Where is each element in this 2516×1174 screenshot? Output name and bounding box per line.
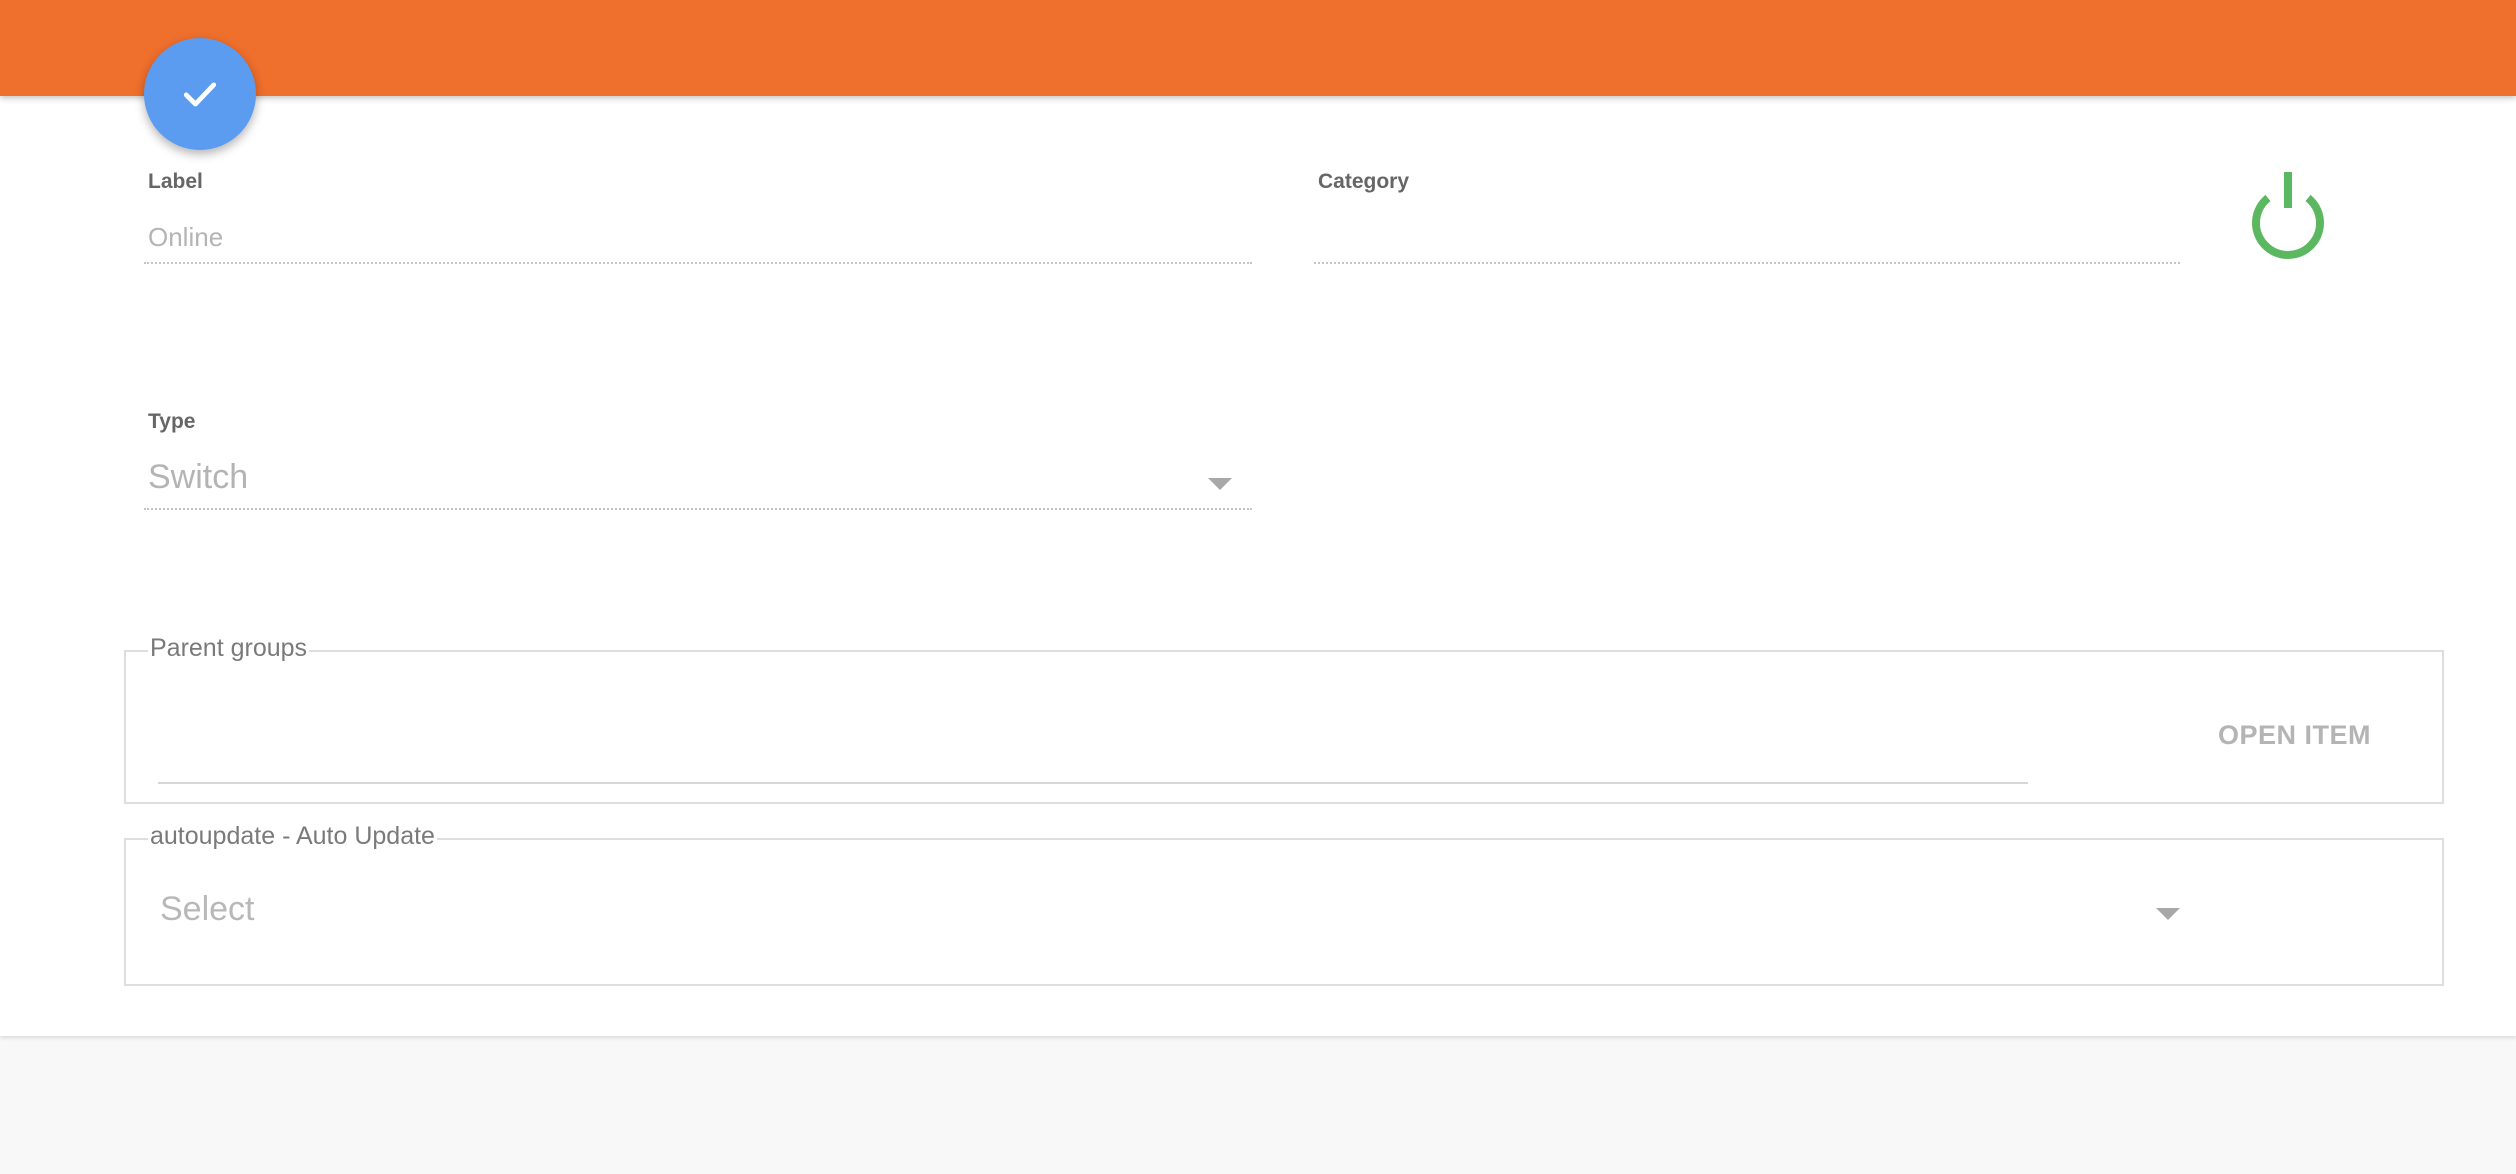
label-input[interactable] [148,222,1248,253]
parent-groups-underline [158,782,2028,784]
parent-groups-input[interactable] [158,712,2018,746]
autoupdate-select-value: Select [160,890,255,928]
chevron-down-icon [1208,478,1232,490]
autoupdate-fieldset: autoupdate - Auto Update Select [124,822,2444,986]
autoupdate-legend: autoupdate - Auto Update [148,822,437,851]
power-icon [2252,172,2324,259]
label-field-label: Label [148,170,203,193]
type-underline [144,508,1252,510]
save-button[interactable] [144,38,256,150]
open-item-button[interactable]: OPEN ITEM [2218,720,2371,751]
autoupdate-select[interactable]: Select [156,884,2236,940]
label-underline [144,262,1252,264]
app-header [0,0,2516,96]
type-select-value: Switch [148,458,249,496]
chevron-down-icon [2156,908,2180,920]
check-icon [183,82,217,107]
item-form-card: Label Category Type Switch Parent groups… [0,96,2516,1036]
parent-groups-fieldset: Parent groups OPEN ITEM [124,634,2444,804]
parent-groups-legend: Parent groups [148,634,310,663]
type-select[interactable]: Switch [144,454,1252,504]
category-underline [1314,262,2180,264]
category-input[interactable] [1318,222,2178,253]
category-field-label: Category [1318,170,1410,193]
type-field-label: Type [148,410,196,433]
